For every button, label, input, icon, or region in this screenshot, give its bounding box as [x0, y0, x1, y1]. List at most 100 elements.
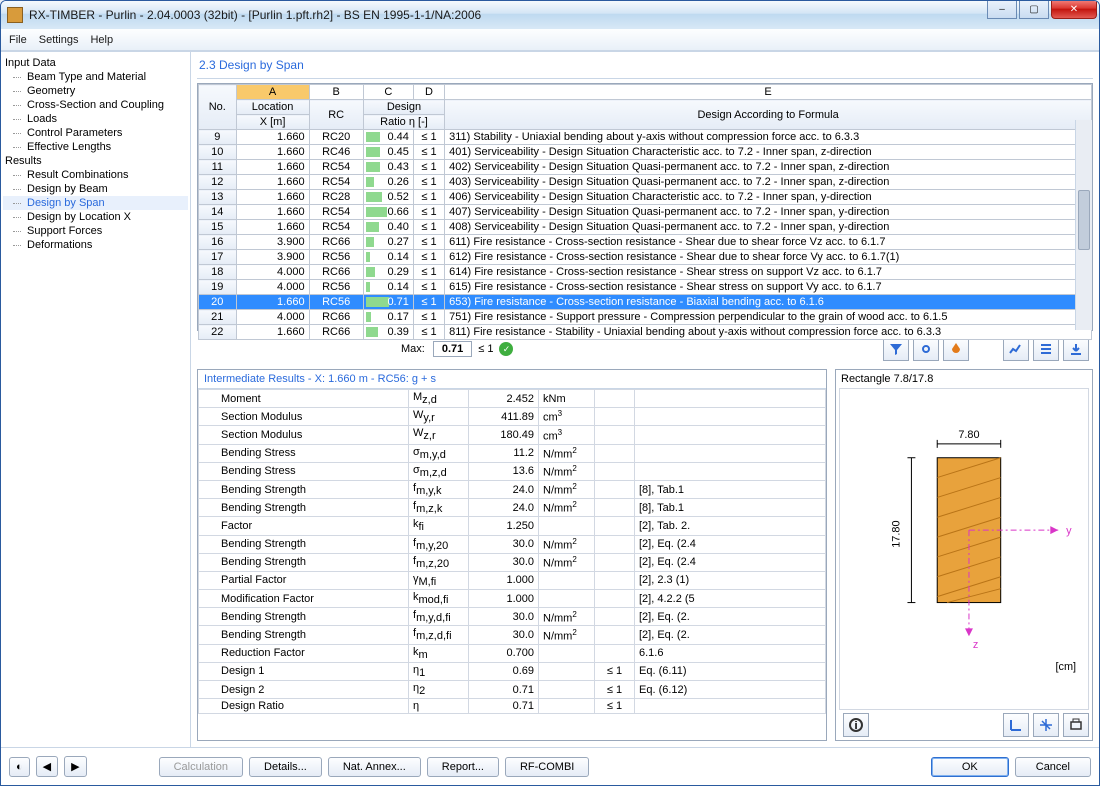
max-compare: ≤ 1: [478, 343, 493, 355]
table-row[interactable]: 131.660RC280.52≤ 1406) Serviceability - …: [199, 190, 1092, 205]
maximize-button[interactable]: ▢: [1019, 1, 1049, 19]
col-ratio: Ratio η [-]: [363, 115, 444, 130]
close-button[interactable]: ✕: [1051, 1, 1097, 19]
max-label: Max:: [401, 343, 425, 355]
axis-z: z: [973, 639, 978, 651]
inter-row[interactable]: Bending Strengthfm,z,2030.0N/mm2[2], Eq.…: [199, 553, 826, 571]
axis-y: y: [1066, 525, 1072, 537]
tree-item[interactable]: Control Parameters: [3, 126, 188, 140]
inter-row[interactable]: Partial FactorγM,fi1.000[2], 2.3 (1): [199, 571, 826, 589]
tree-item[interactable]: Design by Beam: [3, 182, 188, 196]
col-letter-c[interactable]: C: [363, 85, 413, 100]
filter-icon[interactable]: [883, 337, 909, 361]
col-rc: RC: [309, 100, 363, 130]
vertical-scrollbar[interactable]: [1075, 120, 1092, 330]
table-row[interactable]: 214.000RC660.17≤ 1751) Fire resistance -…: [199, 310, 1092, 325]
export-icon[interactable]: [1063, 337, 1089, 361]
app-icon: [7, 7, 23, 23]
inter-row[interactable]: Modification Factorkmod,fi1.000[2], 4.2.…: [199, 590, 826, 608]
prev-button[interactable]: ◀: [36, 756, 58, 777]
tree-item[interactable]: Design by Location X: [3, 210, 188, 224]
inter-row[interactable]: Section ModulusWz,r180.49cm3: [199, 426, 826, 444]
axis-icon[interactable]: [1003, 713, 1029, 737]
results-table[interactable]: No. A B C D E Location RC Design Design …: [197, 83, 1093, 331]
info-icon[interactable]: i: [843, 713, 869, 737]
inter-row[interactable]: Bending Stressσm,y,d11.2N/mm2: [199, 444, 826, 462]
check-ok-icon: ✓: [499, 342, 513, 356]
inter-row[interactable]: Section ModulusWy,r411.89cm3: [199, 408, 826, 426]
menu-file[interactable]: File: [9, 34, 27, 46]
table-row[interactable]: 194.000RC560.14≤ 1615) Fire resistance -…: [199, 280, 1092, 295]
help-button[interactable]: ◐: [9, 757, 30, 777]
inter-row[interactable]: Bending Strengthfm,y,2030.0N/mm2[2], Eq.…: [199, 535, 826, 553]
max-value: 0.71: [433, 341, 472, 357]
table-row[interactable]: 111.660RC540.43≤ 1402) Serviceability - …: [199, 160, 1092, 175]
settings-icon[interactable]: [913, 337, 939, 361]
inter-row[interactable]: Bending Strengthfm,y,k24.0N/mm2[8], Tab.…: [199, 480, 826, 498]
tree-results[interactable]: Results: [3, 154, 188, 168]
tree-item[interactable]: Deformations: [3, 238, 188, 252]
tree-item[interactable]: Design by Span: [3, 196, 188, 210]
table-row[interactable]: 163.900RC660.27≤ 1611) Fire resistance -…: [199, 235, 1092, 250]
view3d-icon[interactable]: [1033, 713, 1059, 737]
inter-row[interactable]: Design Ratioη0.71≤ 1: [199, 699, 826, 714]
inter-row[interactable]: Factorkfi1.250[2], Tab. 2.: [199, 517, 826, 535]
inter-row[interactable]: Bending Stressσm,z,d13.6N/mm2: [199, 462, 826, 480]
col-x: X [m]: [236, 115, 309, 130]
graph-icon[interactable]: [1003, 337, 1029, 361]
tree-item[interactable]: Geometry: [3, 84, 188, 98]
col-letter-a[interactable]: A: [236, 85, 309, 100]
table-row[interactable]: 101.660RC460.45≤ 1401) Serviceability - …: [199, 145, 1092, 160]
intermediate-title: Intermediate Results - X: 1.660 m - RC56…: [198, 370, 826, 389]
unit-label: [cm]: [1055, 661, 1076, 673]
report-button[interactable]: Report...: [427, 757, 499, 777]
inter-row[interactable]: Bending Strengthfm,z,k24.0N/mm2[8], Tab.…: [199, 499, 826, 517]
tree-item[interactable]: Support Forces: [3, 224, 188, 238]
intermediate-table[interactable]: MomentMz,d2.452kNmSection ModulusWy,r411…: [198, 389, 826, 740]
table-row[interactable]: 91.660RC200.44≤ 1311) Stability - Uniaxi…: [199, 130, 1092, 145]
tree-input-data[interactable]: Input Data: [3, 56, 188, 70]
col-letter-d[interactable]: D: [413, 85, 444, 100]
window-title: RX-TIMBER - Purlin - 2.04.0003 (32bit) -…: [29, 8, 481, 22]
cross-section-diagram: 7.80 17.80: [839, 388, 1089, 710]
details-button[interactable]: Details...: [249, 757, 322, 777]
col-letter-b[interactable]: B: [309, 85, 363, 100]
inter-row[interactable]: MomentMz,d2.452kNm: [199, 390, 826, 408]
table-row[interactable]: 221.660RC660.39≤ 1811) Fire resistance -…: [199, 325, 1092, 340]
table-row[interactable]: 184.000RC660.29≤ 1614) Fire resistance -…: [199, 265, 1092, 280]
inter-row[interactable]: Design 1η10.69≤ 1Eq. (6.11): [199, 662, 826, 680]
menu-settings[interactable]: Settings: [39, 34, 79, 46]
col-design: Design: [363, 100, 444, 115]
tree-item[interactable]: Loads: [3, 112, 188, 126]
next-button[interactable]: ▶: [64, 756, 86, 777]
inter-row[interactable]: Bending Strengthfm,y,d,fi30.0N/mm2[2], E…: [199, 608, 826, 626]
table-row[interactable]: 121.660RC540.26≤ 1403) Serviceability - …: [199, 175, 1092, 190]
table-row[interactable]: 141.660RC540.66≤ 1407) Serviceability - …: [199, 205, 1092, 220]
table-row[interactable]: 151.660RC540.40≤ 1408) Serviceability - …: [199, 220, 1092, 235]
col-letter-e[interactable]: E: [445, 85, 1092, 100]
nat-annex-button[interactable]: Nat. Annex...: [328, 757, 421, 777]
tree-item[interactable]: Beam Type and Material: [3, 70, 188, 84]
tree-item[interactable]: Result Combinations: [3, 168, 188, 182]
cancel-button[interactable]: Cancel: [1015, 757, 1091, 777]
inter-row[interactable]: Bending Strengthfm,z,d,fi30.0N/mm2[2], E…: [199, 626, 826, 644]
tree-item[interactable]: Cross-Section and Coupling: [3, 98, 188, 112]
inter-row[interactable]: Design 2η20.71≤ 1Eq. (6.12): [199, 681, 826, 699]
menubar: File Settings Help: [1, 29, 1099, 51]
ok-button[interactable]: OK: [931, 757, 1009, 777]
tree-item[interactable]: Effective Lengths: [3, 140, 188, 154]
table-row[interactable]: 201.660RC560.71≤ 1653) Fire resistance -…: [199, 295, 1092, 310]
minimize-button[interactable]: –: [987, 1, 1017, 19]
col-location: Location: [236, 100, 309, 115]
menu-help[interactable]: Help: [90, 34, 113, 46]
inter-row[interactable]: Reduction Factorkm0.7006.1.6: [199, 644, 826, 662]
rf-combi-button[interactable]: RF-COMBI: [505, 757, 589, 777]
color-icon[interactable]: [943, 337, 969, 361]
calculation-button[interactable]: Calculation: [159, 757, 243, 777]
section-view-title: Rectangle 7.8/17.8: [839, 373, 1089, 388]
list-icon[interactable]: [1033, 337, 1059, 361]
dim-width: 7.80: [958, 429, 979, 441]
table-row[interactable]: 173.900RC560.14≤ 1612) Fire resistance -…: [199, 250, 1092, 265]
nav-tree: Input Data Beam Type and MaterialGeometr…: [1, 52, 191, 747]
print-icon[interactable]: [1063, 713, 1089, 737]
